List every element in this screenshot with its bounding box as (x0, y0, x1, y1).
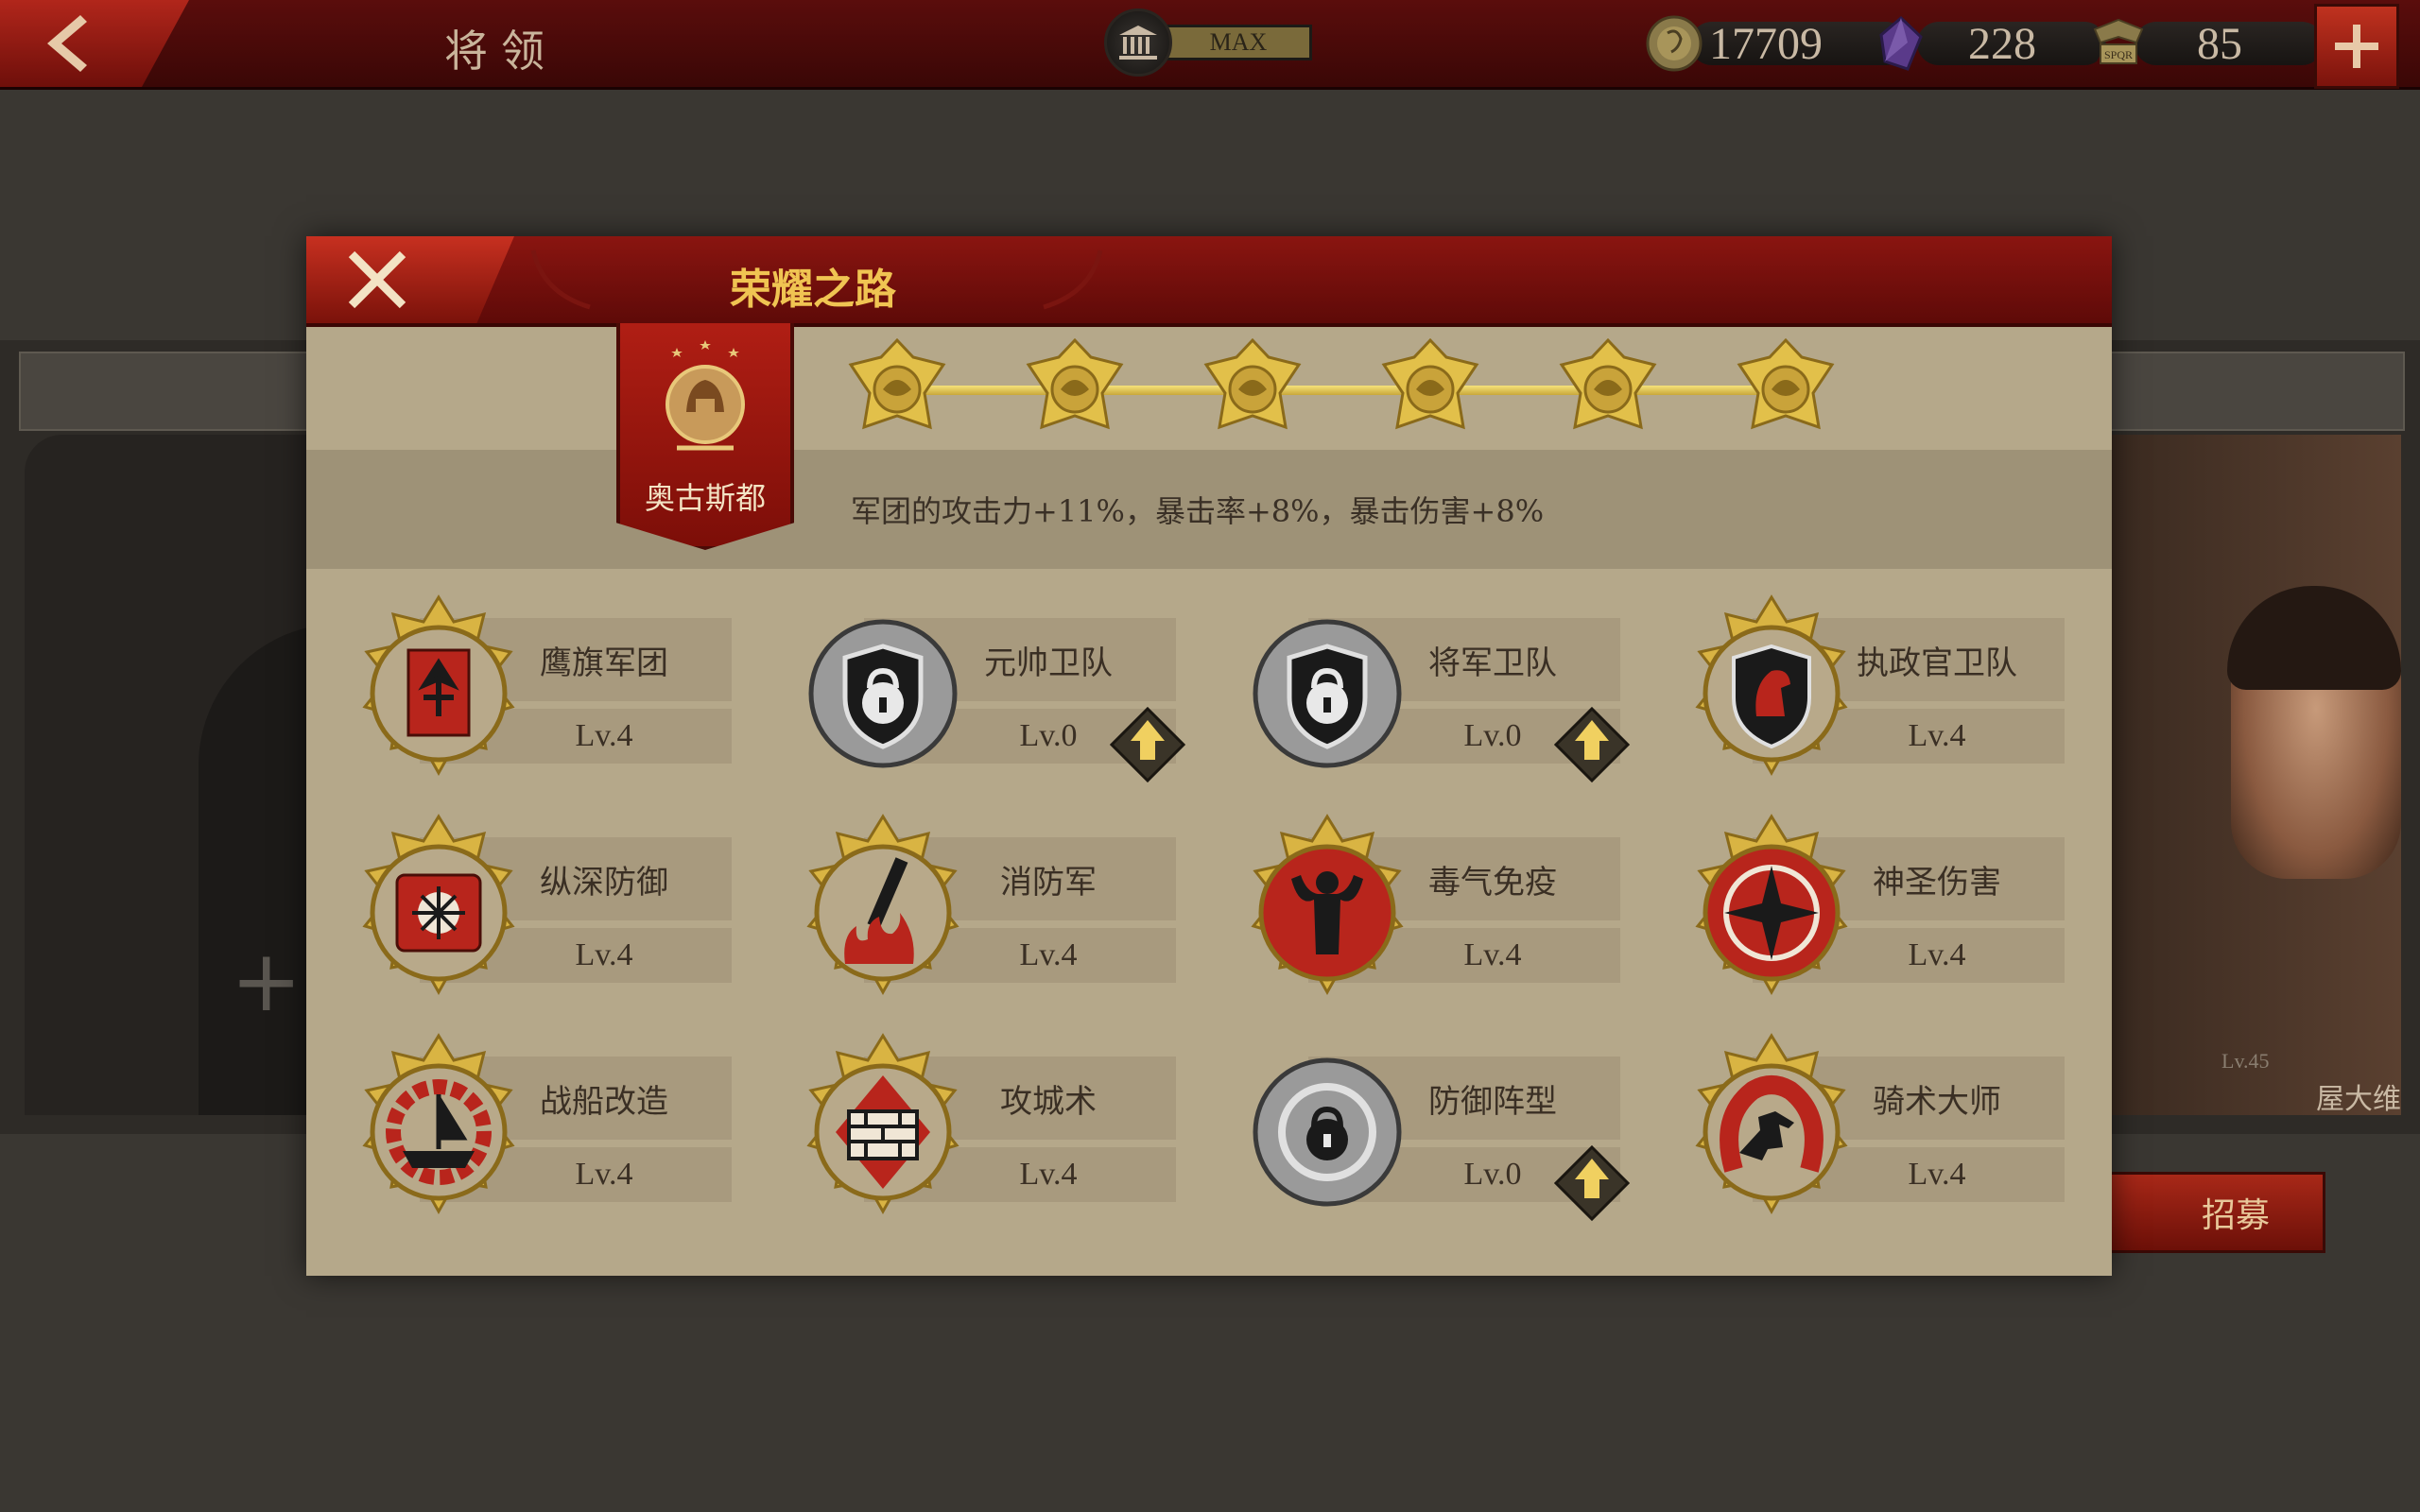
token-counter[interactable]: SPQR 85 (2089, 15, 2324, 72)
defense-shield-icon (362, 814, 515, 996)
plus-icon (2335, 25, 2378, 68)
locked-shield-icon (1253, 619, 1402, 768)
rank-medal-icon (1737, 337, 1835, 430)
skill-item[interactable]: 毒气免疫 Lv.4 (1233, 813, 1620, 996)
upgrade-arrow-icon[interactable] (1110, 707, 1185, 782)
horse-shield-icon (1695, 594, 1848, 777)
wall-siege-icon (806, 1033, 959, 1215)
skill-item[interactable]: 元帅卫队 Lv.0 (788, 593, 1185, 782)
glory-road-dialog: 荣耀之路 奥古斯都 军团的攻击力+11%，暴击率+8%，暴击伤害+8% 鹰旗军团… (306, 236, 2112, 1276)
rank-medal-icon (1381, 337, 1479, 430)
rank-medal-icon (1026, 337, 1124, 430)
rank-medal-icon (1559, 337, 1657, 430)
svg-text:SPQR: SPQR (2104, 48, 2133, 61)
building-level-text: MAX (1165, 25, 1312, 60)
recruit-label: 招募 (2201, 1196, 2270, 1235)
page-title: 将领 (444, 26, 558, 77)
building-level-badge[interactable]: MAX (1104, 9, 1312, 77)
upgrade-arrow-icon[interactable] (1554, 707, 1630, 782)
close-icon (348, 250, 406, 309)
rank-progress (845, 336, 1885, 459)
horseshoe-horse-icon (1695, 1033, 1848, 1215)
spqr-eagle-icon: SPQR (2093, 18, 2144, 64)
add-general-icon[interactable]: + (231, 932, 302, 1031)
add-resource-button[interactable] (2314, 4, 2399, 89)
back-button[interactable] (0, 0, 189, 87)
top-bar: 将领 MAX 17709 228 SPQR 85 (0, 0, 2420, 90)
gem-amount: 228 (1917, 22, 2106, 65)
skill-item[interactable]: 消防军 Lv.4 (788, 813, 1176, 996)
coin-counter[interactable]: 17709 (1645, 15, 1908, 72)
skill-item[interactable]: 执政官卫队 Lv.4 (1677, 593, 2065, 777)
skill-item[interactable]: 攻城术 Lv.4 (788, 1032, 1176, 1215)
temple-icon (1104, 9, 1172, 77)
chevron-left-icon (47, 15, 87, 72)
dialog-header: 荣耀之路 (306, 236, 2112, 327)
token-amount: 85 (2135, 22, 2324, 65)
gem-counter[interactable]: 228 (1872, 15, 2106, 72)
helmet-emblem-icon (666, 340, 745, 451)
torch-fire-icon (806, 814, 959, 996)
laurel-right-icon (1043, 249, 1103, 310)
close-button[interactable] (306, 236, 514, 323)
rank-medal-icon (1203, 337, 1302, 430)
bonus-description: 军团的攻击力+11%，暴击率+8%，暴击伤害+8% (851, 493, 1545, 529)
locked-shield-icon (808, 619, 958, 768)
commander-banner: 奥古斯都 (616, 323, 794, 550)
general-level: Lv.45 (2221, 1049, 2270, 1073)
rank-medal-icon (848, 337, 946, 430)
skill-item[interactable]: 骑术大师 Lv.4 (1677, 1032, 2065, 1215)
holy-star-icon (1695, 814, 1848, 996)
coin-icon (1646, 15, 1703, 72)
locked-cycle-icon (1253, 1057, 1402, 1207)
skill-item[interactable]: 纵深防御 Lv.4 (344, 813, 732, 996)
ship-gear-icon (362, 1033, 515, 1215)
strongman-icon (1251, 814, 1404, 996)
skill-item[interactable]: 战船改造 Lv.4 (344, 1032, 732, 1215)
commander-name: 奥古斯都 (644, 480, 766, 516)
upgrade-arrow-icon[interactable] (1554, 1145, 1630, 1221)
laurel-left-icon (530, 249, 591, 310)
skill-item[interactable]: 防御阵型 Lv.0 (1233, 1032, 1630, 1221)
gem-icon (1879, 15, 1923, 71)
dialog-title: 荣耀之路 (730, 266, 896, 314)
skill-item[interactable]: 鹰旗军团 Lv.4 (344, 593, 732, 777)
recruit-button[interactable]: 招募 (2089, 1172, 2325, 1253)
skill-item[interactable]: 将军卫队 Lv.0 (1233, 593, 1630, 782)
general-name: 屋大维 (2316, 1083, 2401, 1116)
eagle-banner-icon (362, 594, 515, 777)
skill-item[interactable]: 神圣伤害 Lv.4 (1677, 813, 2065, 996)
